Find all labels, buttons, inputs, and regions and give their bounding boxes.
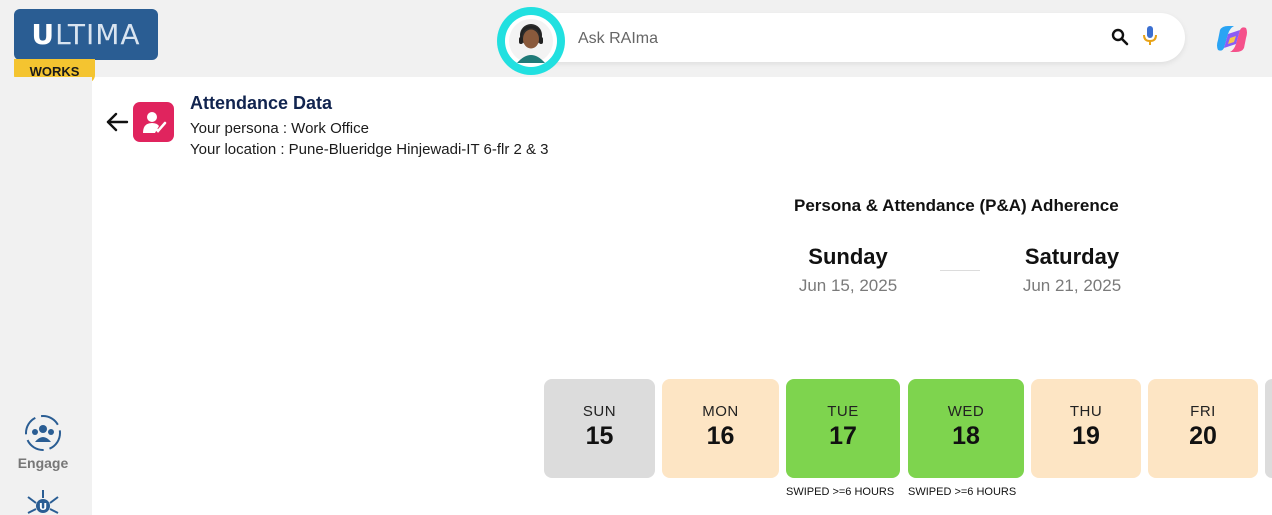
day-card-weekday: SUN — [582, 403, 617, 420]
attendance-app-icon — [133, 102, 174, 142]
day-card-mon[interactable]: MON 16 — [662, 379, 779, 478]
day-card-weekday: WED — [947, 403, 985, 420]
day-card-wed[interactable]: WED 18 — [908, 379, 1024, 478]
day-card-date: 16 — [706, 422, 735, 450]
logo-letter: U — [31, 18, 56, 51]
day-card-thu[interactable]: THU 19 — [1031, 379, 1141, 478]
end-day-name: Saturday — [1024, 244, 1120, 269]
page-title: Attendance Data — [190, 93, 333, 113]
engage-icon[interactable] — [24, 414, 62, 452]
day-card-date: 15 — [585, 422, 614, 450]
search-icon[interactable] — [1111, 28, 1129, 46]
adherence-title: Persona & Attendance (P&A) Adherence — [794, 196, 1119, 215]
day-card-note: SWIPED >=6 HOURS — [786, 486, 895, 498]
ultima-logo[interactable]: U LTIMA — [14, 9, 158, 60]
location-text: Your location : Pune-Blueridge Hinjewadi… — [190, 141, 549, 158]
network-icon[interactable]: U — [24, 487, 62, 515]
day-card-note: SWIPED >=6 HOURS — [908, 486, 1017, 498]
avatar-image — [505, 15, 557, 67]
day-card-date: 19 — [1072, 422, 1100, 450]
persona-text: Your persona : Work Office — [190, 120, 369, 137]
day-card-date: 18 — [952, 422, 980, 450]
day-card-weekday: MON — [702, 403, 739, 420]
day-card-fri[interactable]: FRI 20 — [1148, 379, 1258, 478]
assistant-avatar[interactable] — [497, 7, 565, 75]
range-divider — [940, 270, 980, 271]
day-card-partial[interactable] — [1265, 379, 1272, 478]
end-day-date: Jun 21, 2025 — [1022, 276, 1122, 295]
day-card-date: 17 — [829, 422, 857, 450]
back-arrow-icon[interactable] — [105, 111, 129, 133]
start-day-name: Sunday — [808, 244, 888, 269]
sidebar-item-engage[interactable]: Engage — [0, 455, 86, 471]
day-card-weekday: THU — [1069, 403, 1103, 420]
mic-icon[interactable] — [1141, 25, 1159, 47]
start-day-date: Jun 15, 2025 — [798, 276, 898, 295]
logo-text: LTIMA — [55, 18, 141, 51]
range-end: Saturday Jun 21, 2025 — [994, 244, 1150, 296]
search-input[interactable] — [578, 27, 1078, 51]
app-root: U LTIMA WORKS Ask RAIma Engage U Attenda… — [0, 0, 1272, 515]
day-card-weekday: TUE — [827, 403, 859, 420]
day-card-tue[interactable]: TUE 17 — [786, 379, 900, 478]
day-card-sun[interactable]: SUN 15 — [544, 379, 655, 478]
svg-text:U: U — [39, 502, 47, 513]
range-start: Sunday Jun 15, 2025 — [770, 244, 926, 296]
copilot-icon[interactable] — [1216, 24, 1248, 54]
day-card-date: 20 — [1189, 422, 1217, 450]
day-card-weekday: FRI — [1190, 403, 1216, 420]
